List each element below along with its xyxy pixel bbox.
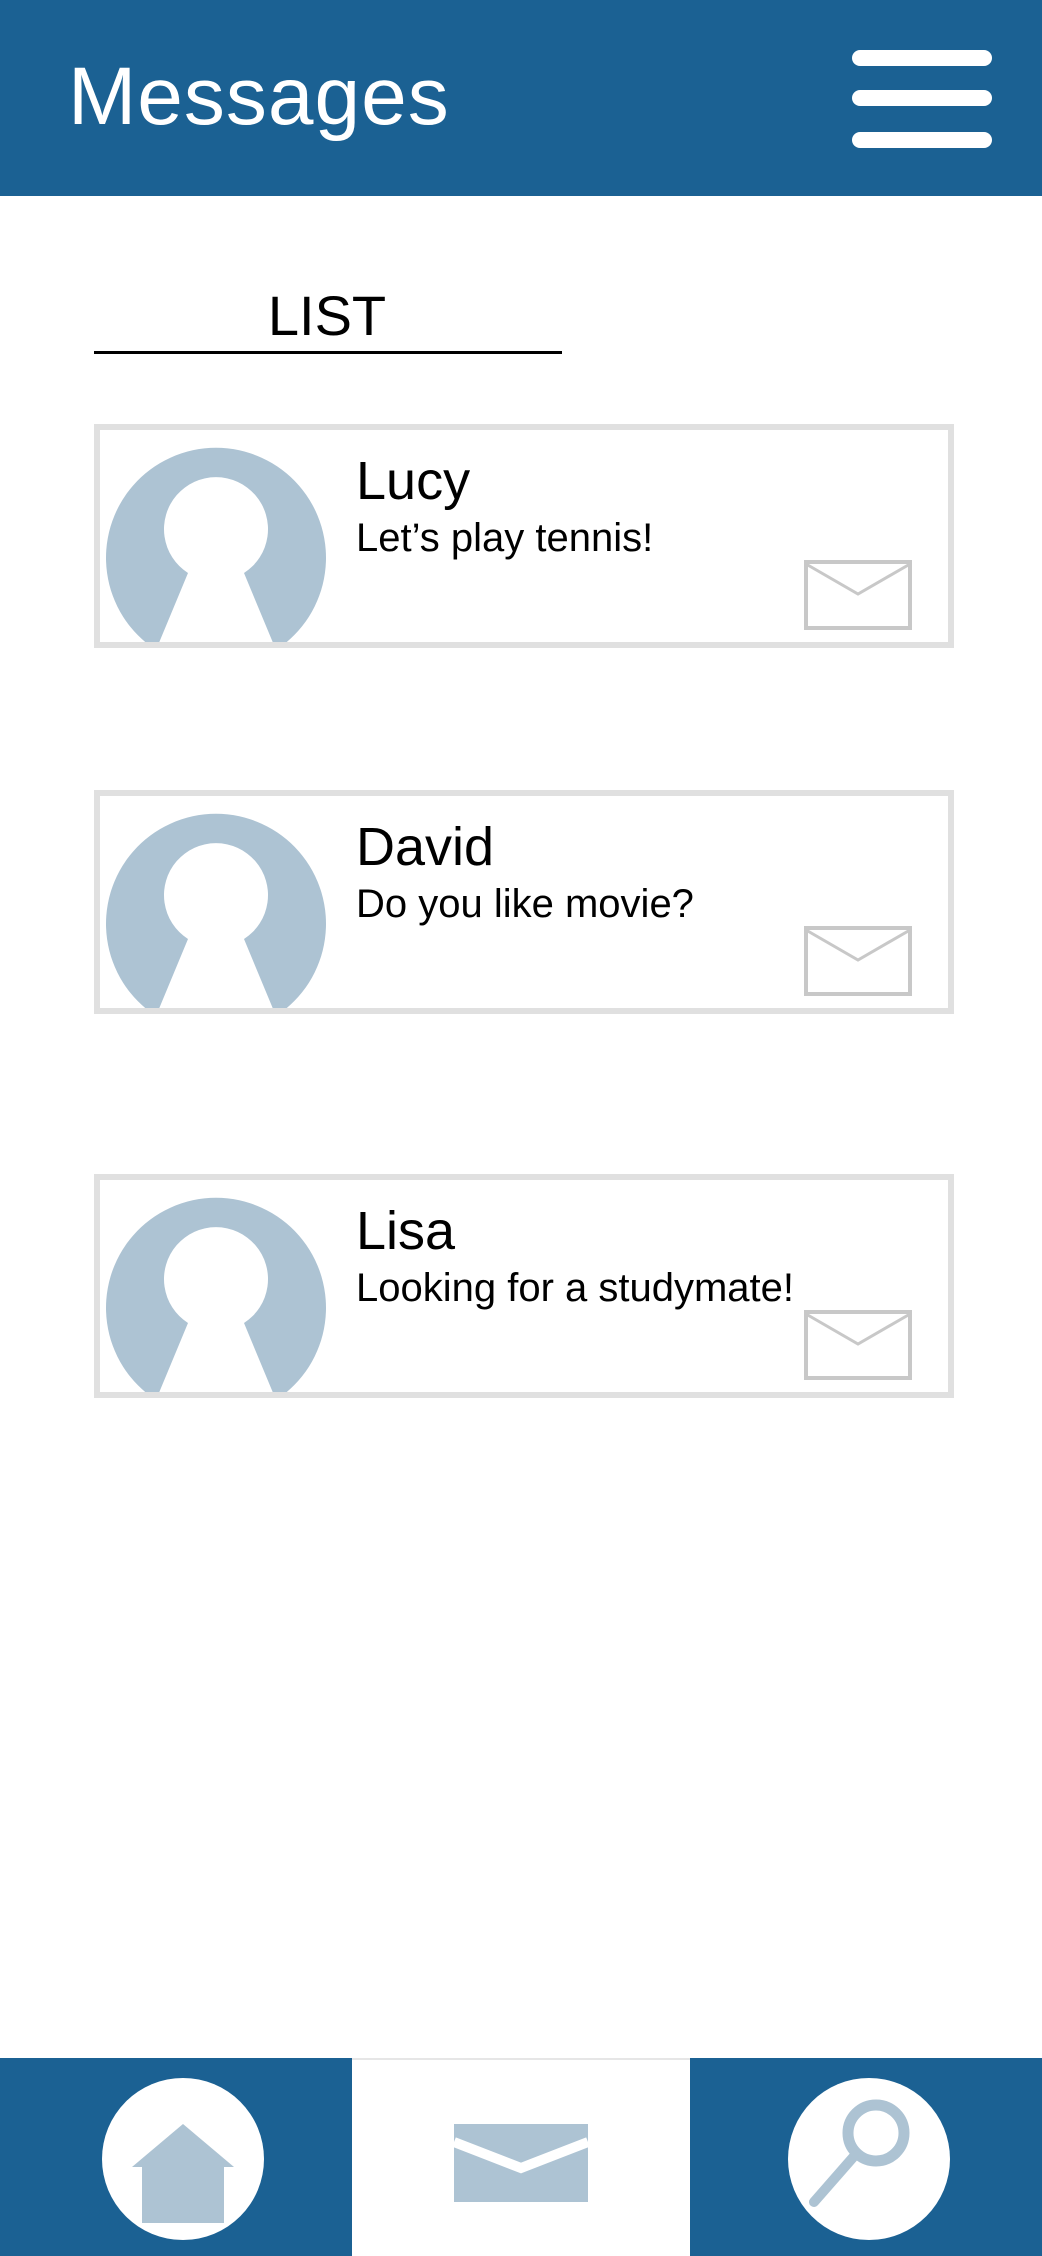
app-header: Messages: [0, 0, 1042, 196]
contact-name: Lisa: [356, 1201, 456, 1261]
contact-name: David: [356, 817, 495, 877]
bottom-nav: [0, 2058, 1042, 2256]
nav-search-circle: [788, 2078, 950, 2240]
nav-messages-button[interactable]: [352, 2058, 690, 2256]
contact-name: Lucy: [356, 451, 471, 511]
envelope-icon[interactable]: [804, 1310, 912, 1380]
home-icon: [132, 2124, 234, 2223]
message-preview: Looking for a studymate!: [356, 1266, 795, 1310]
nav-home-circle: [102, 2078, 264, 2240]
conversation-card-david[interactable]: David Do you like movie?: [94, 790, 954, 1014]
search-icon: [809, 2099, 910, 2207]
conversation-card-lucy[interactable]: Lucy Let’s play tennis!: [94, 424, 954, 648]
list-heading: LIST: [267, 284, 387, 347]
message-preview: Do you like movie?: [356, 882, 694, 926]
conversation-card-lisa[interactable]: Lisa Looking for a studymate!: [94, 1174, 954, 1398]
user-avatar-icon: [106, 813, 326, 1008]
nav-search-button[interactable]: [690, 2058, 1042, 2256]
hamburger-menu-icon[interactable]: [852, 48, 992, 148]
envelope-icon[interactable]: [804, 560, 912, 630]
envelope-icon[interactable]: [804, 926, 912, 996]
nav-home-button[interactable]: [0, 2058, 352, 2256]
user-avatar-icon: [106, 1197, 326, 1392]
page-title: Messages: [68, 51, 450, 142]
envelope-icon: [454, 2124, 588, 2202]
list-heading-underline: [94, 351, 562, 354]
message-preview: Let’s play tennis!: [356, 516, 654, 560]
user-avatar-icon: [106, 447, 326, 642]
